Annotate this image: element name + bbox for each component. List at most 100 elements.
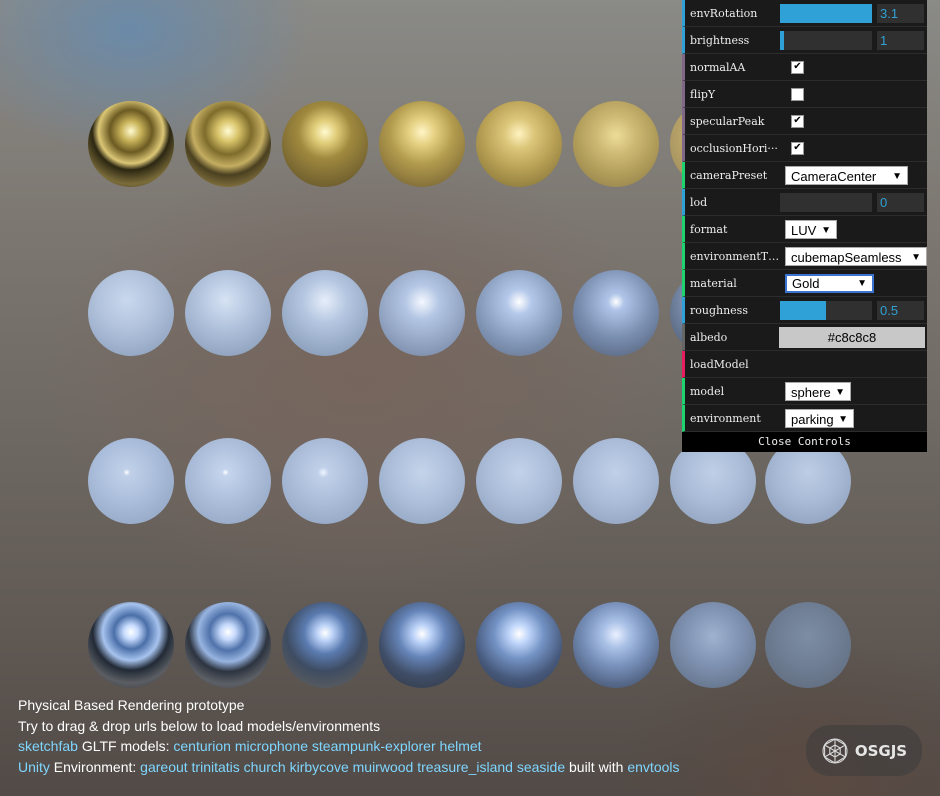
footer-models-line: sketchfab GLTF models: centurion microph… [18,736,680,757]
control-envrotation: envRotation 3.1 [682,0,927,27]
env-link-gareout[interactable]: gareout [140,759,187,775]
sphere-gold-3 [282,101,368,187]
select-value: Gold [792,275,820,291]
slider-fill [780,30,784,50]
footer-instructions: Try to drag & drop urls below to load mo… [18,717,381,734]
footer-title: Physical Based Rendering prototype [18,697,245,713]
control-normalaa: normalAA ✔ [682,54,927,81]
flipy-checkbox[interactable] [791,87,804,101]
environmenttype-select[interactable]: cubemapSeamless ▼ [785,246,927,266]
slider-fill [780,300,826,320]
albedo-color-input[interactable]: #c8c8c8 [779,326,925,348]
occlusionhorizon-checkbox[interactable]: ✔ [791,141,804,155]
env-link-church[interactable]: church [244,759,286,775]
sphere-gold-1 [88,101,174,187]
brightness-input[interactable]: 1 [877,30,924,50]
sphere-matte-1 [88,438,174,524]
select-value: LUV [791,222,817,238]
env-link-seaside[interactable]: seaside [517,759,565,775]
lod-slider[interactable] [780,192,872,212]
control-label: occlusionHori··· [690,141,778,155]
control-environment: environment parking ▼ [682,405,927,432]
camerapreset-select[interactable]: CameraCenter ▼ [785,165,908,185]
dropdown-arrow-icon: ▼ [821,224,831,236]
model-link-helmet[interactable]: helmet [440,738,482,754]
sphere-blue-1 [88,270,174,356]
control-label: environment [690,411,761,425]
model-select[interactable]: sphere ▼ [785,381,851,401]
dropdown-arrow-icon: ▼ [892,170,902,182]
close-controls-button[interactable]: Close Controls [682,432,927,452]
sphere-matte-4 [379,438,465,524]
sphere-blue-6 [573,270,659,356]
gltf-models-text: GLTF models: [81,738,170,754]
select-value: CameraCenter [791,168,877,184]
dropdown-arrow-icon: ▼ [857,277,867,289]
dropdown-arrow-icon: ▼ [838,413,848,425]
normalaa-checkbox[interactable]: ✔ [791,60,804,74]
environment-select[interactable]: parking ▼ [785,408,854,428]
control-label: material [690,276,737,290]
sphere-chrome-4 [379,602,465,688]
control-label: brightness [690,33,750,47]
sphere-chrome-5 [476,602,562,688]
control-label: cameraPreset [690,168,768,182]
select-value: sphere [791,384,831,400]
sphere-matte-5 [476,438,562,524]
sphere-gold-2 [185,101,271,187]
unity-link[interactable]: Unity [18,759,50,775]
env-link-trinitatis[interactable]: trinitatis [192,759,240,775]
control-model: model sphere ▼ [682,378,927,405]
envrotation-input[interactable]: 3.1 [877,3,924,23]
sphere-matte-6 [573,438,659,524]
lod-input[interactable]: 0 [877,192,924,212]
control-occlusionhorizon: occlusionHori··· ✔ [682,135,927,162]
select-value: cubemapSeamless [791,249,902,265]
sphere-chrome-6 [573,602,659,688]
env-link-treasure-island[interactable]: treasure_island [417,759,513,775]
loadmodel-button[interactable]: loadModel [682,351,927,378]
roughness-input[interactable]: 0.5 [877,300,924,320]
environment-text: Environment: [53,758,137,775]
roughness-slider[interactable] [780,300,872,320]
sphere-gold-5 [476,101,562,187]
specularpeak-checkbox[interactable]: ✔ [791,114,804,128]
sphere-gold-6 [573,101,659,187]
sphere-chrome-7 [670,602,756,688]
envtools-link[interactable]: envtools [627,759,679,775]
info-footer: Physical Based Rendering prototype Try t… [18,695,680,777]
brightness-slider[interactable] [780,30,872,50]
control-label: loadModel [690,357,749,371]
sphere-blue-2 [185,270,271,356]
control-camerapreset: cameraPreset CameraCenter ▼ [682,162,927,189]
control-albedo: albedo #c8c8c8 [682,324,927,351]
control-flipy: flipY [682,81,927,108]
control-label: environmentType [690,249,780,263]
model-link-centurion[interactable]: centurion [173,738,231,754]
logo-text: OSGJS [854,741,908,760]
control-label: lod [690,195,708,209]
model-link-microphone[interactable]: microphone [235,738,308,754]
geodesic-sphere-icon [822,737,848,764]
osgjs-logo[interactable]: OSGJS [806,725,922,776]
sphere-matte-2 [185,438,271,524]
sphere-chrome-1 [88,602,174,688]
env-link-kirbycove[interactable]: kirbycove [290,759,349,775]
sphere-gold-4 [379,101,465,187]
built-with-text: built with [569,758,624,775]
material-select[interactable]: Gold ▼ [785,273,874,293]
model-link-steampunk-explorer[interactable]: steampunk-explorer [312,738,436,754]
control-label: normalAA [690,60,746,74]
sphere-blue-5 [476,270,562,356]
envrotation-slider[interactable] [780,3,872,23]
sketchfab-link[interactable]: sketchfab [18,738,78,754]
control-material: material Gold ▼ [682,270,927,297]
footer-environments-line: Unity Environment: gareout trinitatis ch… [18,757,680,778]
slider-fill [780,3,872,23]
sphere-chrome-8 [765,602,851,688]
env-link-muirwood[interactable]: muirwood [353,759,414,775]
control-specularpeak: specularPeak ✔ [682,108,927,135]
sphere-blue-3 [282,270,368,356]
format-select[interactable]: LUV ▼ [785,219,837,239]
control-label: specularPeak [690,114,765,128]
